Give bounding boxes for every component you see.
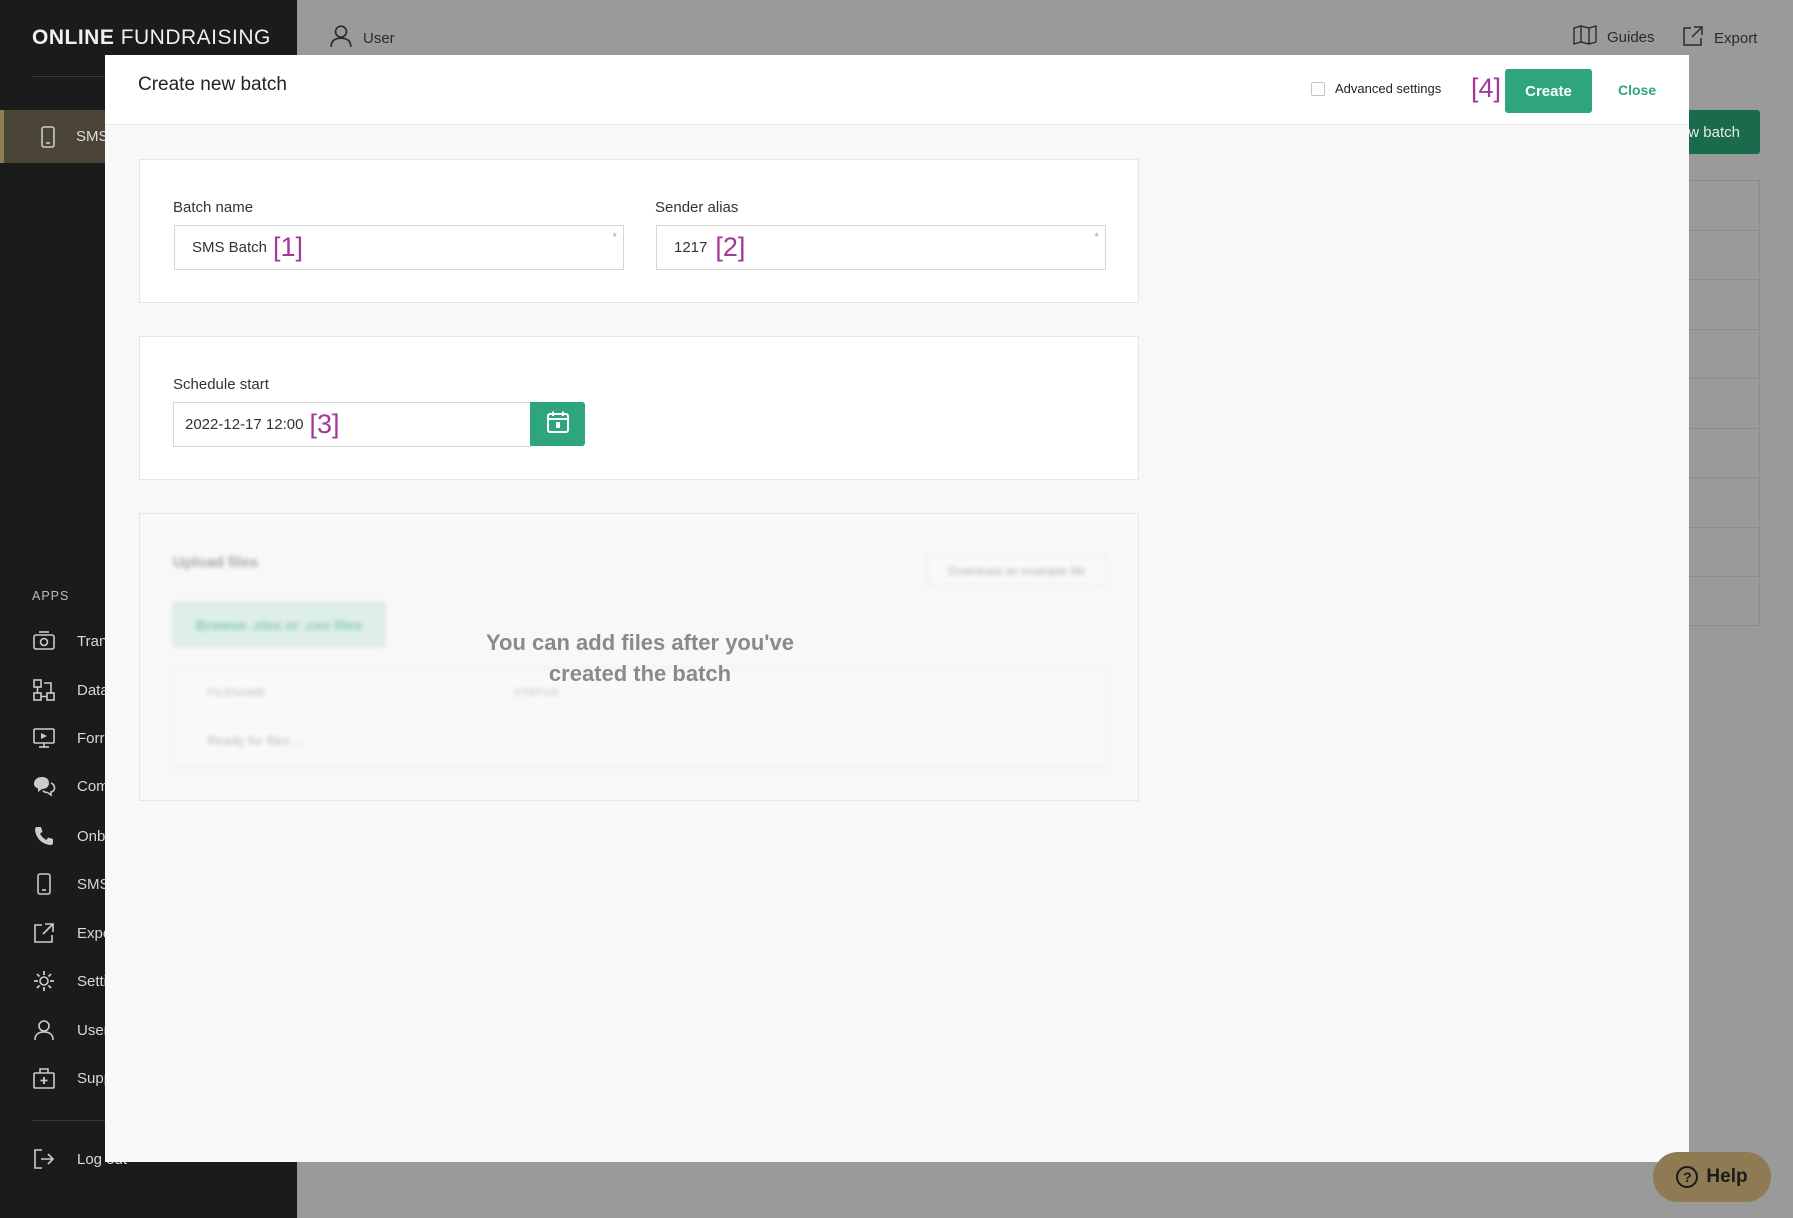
sidebar-item-users[interactable]: User: [32, 1016, 109, 1044]
sidebar-item-label: SMS: [76, 128, 109, 145]
schedule-card: Schedule start 2022-12-17 12:00 [3]: [139, 336, 1139, 480]
table-row-divider: [1688, 329, 1760, 330]
user-menu[interactable]: User: [329, 24, 395, 52]
table-row-divider: [1688, 428, 1760, 429]
table-row-divider: [1688, 279, 1760, 280]
user-icon: [329, 24, 353, 52]
book-icon: [1573, 25, 1597, 49]
export-icon: [32, 921, 56, 945]
sidebar-item-export[interactable]: Expo: [32, 919, 111, 947]
medkit-icon: [32, 1066, 56, 1090]
sidebar-item-communication[interactable]: Com: [32, 772, 109, 800]
upload-files-card: Upload files Download an example file Br…: [139, 513, 1139, 801]
advanced-settings-checkbox[interactable]: [1311, 81, 1325, 96]
sender-alias-value: 1217: [674, 239, 708, 256]
schedule-start-input[interactable]: 2022-12-17 12:00 [3]: [173, 402, 531, 447]
sidebar-item-label: Onb: [77, 827, 106, 845]
table-row-divider: [1688, 477, 1760, 478]
camera-money-icon: [32, 629, 56, 653]
sidebar-item-forms[interactable]: Forr: [32, 724, 105, 752]
table-row-divider: [1688, 576, 1760, 577]
advanced-settings-toggle[interactable]: Advanced settings: [1311, 81, 1441, 96]
upload-heading: Upload files: [173, 554, 259, 571]
sidebar-item-data[interactable]: Data: [32, 676, 109, 704]
required-indicator: *: [1094, 230, 1099, 244]
sidebar-item-sms[interactable]: SMS: [32, 870, 110, 898]
modal-header: Create new batch Advanced settings [4] C…: [105, 55, 1689, 125]
sidebar-item-support[interactable]: Supp: [32, 1064, 112, 1092]
sidebar-item-label: Forr: [77, 729, 105, 747]
marker-label: [2]: [715, 232, 746, 262]
calendar-icon: [546, 410, 570, 439]
marker-label: [3]: [309, 409, 340, 439]
table-row-divider: [1688, 527, 1760, 528]
column-header: FILENAME: [207, 687, 267, 699]
sidebar-item-transactions[interactable]: Tran: [32, 627, 107, 655]
upload-disabled-message: You can add files after you've created t…: [485, 630, 795, 686]
logout-icon: [32, 1147, 56, 1171]
monitor-icon: [32, 726, 56, 750]
sender-alias-label: Sender alias: [655, 199, 739, 216]
app-logo: ONLINE FUNDRAISING: [32, 26, 271, 49]
batch-details-card: Batch name SMS Batch [1] * Sender alias …: [139, 159, 1139, 303]
question-icon: ?: [1676, 1166, 1699, 1188]
date-picker-button[interactable]: [530, 402, 585, 446]
create-batch-modal: Create new batch Advanced settings [4] C…: [105, 55, 1689, 1162]
flowchart-icon: [32, 678, 56, 702]
sidebar-item-label: Data: [77, 681, 109, 699]
phone-icon: [32, 872, 56, 896]
advanced-settings-label: Advanced settings: [1335, 81, 1442, 96]
table-row: Ready for files ...: [207, 733, 305, 748]
sidebar-item-label: Com: [77, 777, 109, 795]
modal-title: Create new batch: [138, 74, 287, 95]
table-row-divider: [1688, 378, 1760, 379]
help-button[interactable]: ? Help: [1653, 1152, 1771, 1202]
guides-button[interactable]: Guides: [1573, 25, 1655, 49]
sidebar-item-onboarding[interactable]: Onb: [32, 822, 105, 850]
schedule-start-label: Schedule start: [173, 376, 269, 393]
batch-name-value: SMS Batch: [192, 239, 268, 256]
sidebar-item-label: Tran: [77, 632, 108, 650]
download-example-button: Download an example file: [927, 556, 1107, 586]
browse-files-button: Browse .xlsx or .csv files: [173, 602, 385, 647]
user-label: User: [363, 29, 395, 47]
marker-label: [1]: [273, 232, 304, 262]
user-icon: [32, 1018, 56, 1042]
sidebar-item-settings[interactable]: Setti: [32, 967, 107, 995]
divider: [174, 716, 1106, 717]
table-row-divider: [1688, 230, 1760, 231]
required-indicator: *: [612, 230, 617, 244]
chat-icon: [32, 774, 56, 798]
batch-name-label: Batch name: [173, 199, 254, 216]
batch-name-input[interactable]: SMS Batch [1] *: [174, 225, 624, 270]
phone-icon: [36, 125, 60, 149]
guides-label: Guides: [1607, 28, 1655, 46]
export-icon: [1682, 25, 1704, 51]
export-label: Export: [1714, 29, 1758, 47]
close-button[interactable]: Close: [1618, 82, 1656, 98]
create-button[interactable]: Create: [1505, 69, 1592, 113]
marker-label: [4]: [1471, 73, 1502, 103]
help-label: Help: [1706, 1166, 1748, 1187]
sender-alias-input[interactable]: 1217 [2] *: [656, 225, 1106, 270]
export-button[interactable]: Export: [1682, 25, 1757, 51]
sidebar-item-label: User: [77, 1021, 109, 1039]
apps-heading: APPS: [32, 589, 70, 603]
phone-call-icon: [32, 824, 56, 848]
background-table: [1688, 180, 1760, 626]
schedule-start-value: 2022-12-17 12:00: [185, 416, 304, 433]
gear-icon: [32, 969, 56, 993]
sidebar-item-label: Setti: [77, 972, 108, 990]
